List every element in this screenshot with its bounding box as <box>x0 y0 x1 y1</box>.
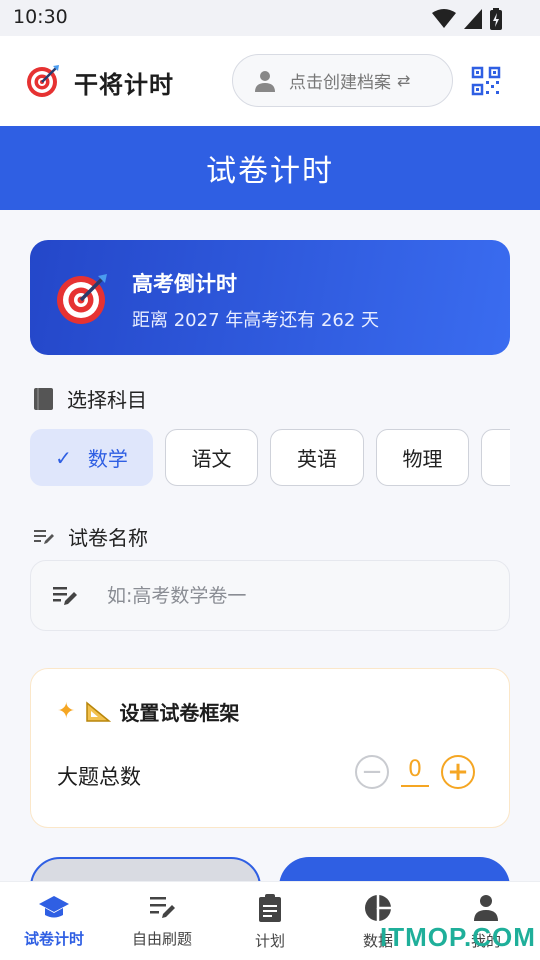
nav-label: 试卷计时 <box>23 930 84 948</box>
edit-list-icon <box>34 529 54 544</box>
nav-item-paper-timing[interactable]: 试卷计时 <box>0 894 108 949</box>
total-questions-stepper: − 0 + <box>355 755 475 789</box>
subject-section-text: 选择科目 <box>67 388 147 412</box>
edit-list-icon <box>53 586 77 605</box>
total-questions-value[interactable]: 0 <box>401 757 429 787</box>
subject-chip-physics[interactable]: 物理 <box>376 429 469 486</box>
edit-list-icon <box>150 897 175 918</box>
nav-label: 自由刷题 <box>131 930 192 948</box>
countdown-title: 高考倒计时 <box>132 272 237 296</box>
framework-title: ✦ 设置试卷框架 <box>57 697 239 726</box>
subject-section-label: 选择科目 <box>34 384 147 413</box>
status-bar: 10:30 <box>0 0 540 36</box>
paper-framework-card: ✦ 设置试卷框架 大题总数 − 0 + <box>30 668 510 828</box>
subject-chip-label: 物理 <box>402 447 443 471</box>
subject-chip-more[interactable] <box>481 429 510 486</box>
framework-title-text: 设置试卷框架 <box>119 701 240 725</box>
swap-icon: ⇄ <box>397 71 411 90</box>
subject-chip-english[interactable]: 英语 <box>270 429 364 486</box>
pie-chart-icon <box>365 895 391 921</box>
status-time: 10:30 <box>13 6 68 28</box>
person-icon <box>255 70 275 92</box>
watermark: ITMOP.COM <box>380 922 536 952</box>
subject-chip-label: 英语 <box>297 447 337 471</box>
subject-chip-chinese[interactable]: 语文 <box>165 429 258 486</box>
subject-chip-math[interactable]: ✓ 数学 <box>30 429 153 486</box>
qr-code-icon[interactable] <box>471 66 501 96</box>
status-icons <box>432 8 502 30</box>
battery-icon <box>490 8 502 30</box>
app-logo-target-icon <box>27 65 59 97</box>
paper-name-section-text: 试卷名称 <box>68 526 148 550</box>
book-icon <box>34 387 53 410</box>
sparkle-icon: ✦ <box>57 699 76 724</box>
exam-countdown-card: 高考倒计时 距离 2027 年高考还有 262 天 <box>30 240 510 355</box>
decrement-button[interactable]: − <box>355 755 389 789</box>
total-questions-label: 大题总数 <box>57 765 141 789</box>
nav-label: 计划 <box>254 932 285 950</box>
countdown-subtitle: 距离 2027 年高考还有 262 天 <box>132 310 380 331</box>
app-header: 干将计时 点击创建档案 ⇄ <box>0 36 540 126</box>
page-title: 试卷计时 <box>206 154 334 189</box>
paper-name-section-label: 试卷名称 <box>34 522 148 551</box>
paper-name-input[interactable] <box>107 584 447 607</box>
paper-name-field[interactable] <box>30 560 510 631</box>
wifi-icon <box>432 9 456 28</box>
signal-icon <box>464 9 482 29</box>
nav-item-free-practice[interactable]: 自由刷题 <box>108 894 216 949</box>
create-profile-label: 点击创建档案 <box>289 73 391 93</box>
target-icon <box>57 274 107 324</box>
app-title: 干将计时 <box>74 71 174 99</box>
increment-button[interactable]: + <box>441 755 475 789</box>
subject-chip-label: 语文 <box>191 447 232 471</box>
clipboard-icon <box>259 894 281 922</box>
create-profile-button[interactable]: 点击创建档案 ⇄ <box>232 54 453 107</box>
subject-chip-label: 数学 <box>87 447 128 471</box>
subject-chips: ✓ 数学 语文 英语 物理 <box>30 429 510 487</box>
check-icon: ✓ <box>55 445 72 470</box>
school-icon <box>39 896 69 918</box>
nav-item-plan[interactable]: 计划 <box>216 894 324 951</box>
person-icon <box>474 895 498 921</box>
page-banner: 试卷计时 <box>0 126 540 210</box>
triangle-ruler-icon <box>86 700 112 722</box>
